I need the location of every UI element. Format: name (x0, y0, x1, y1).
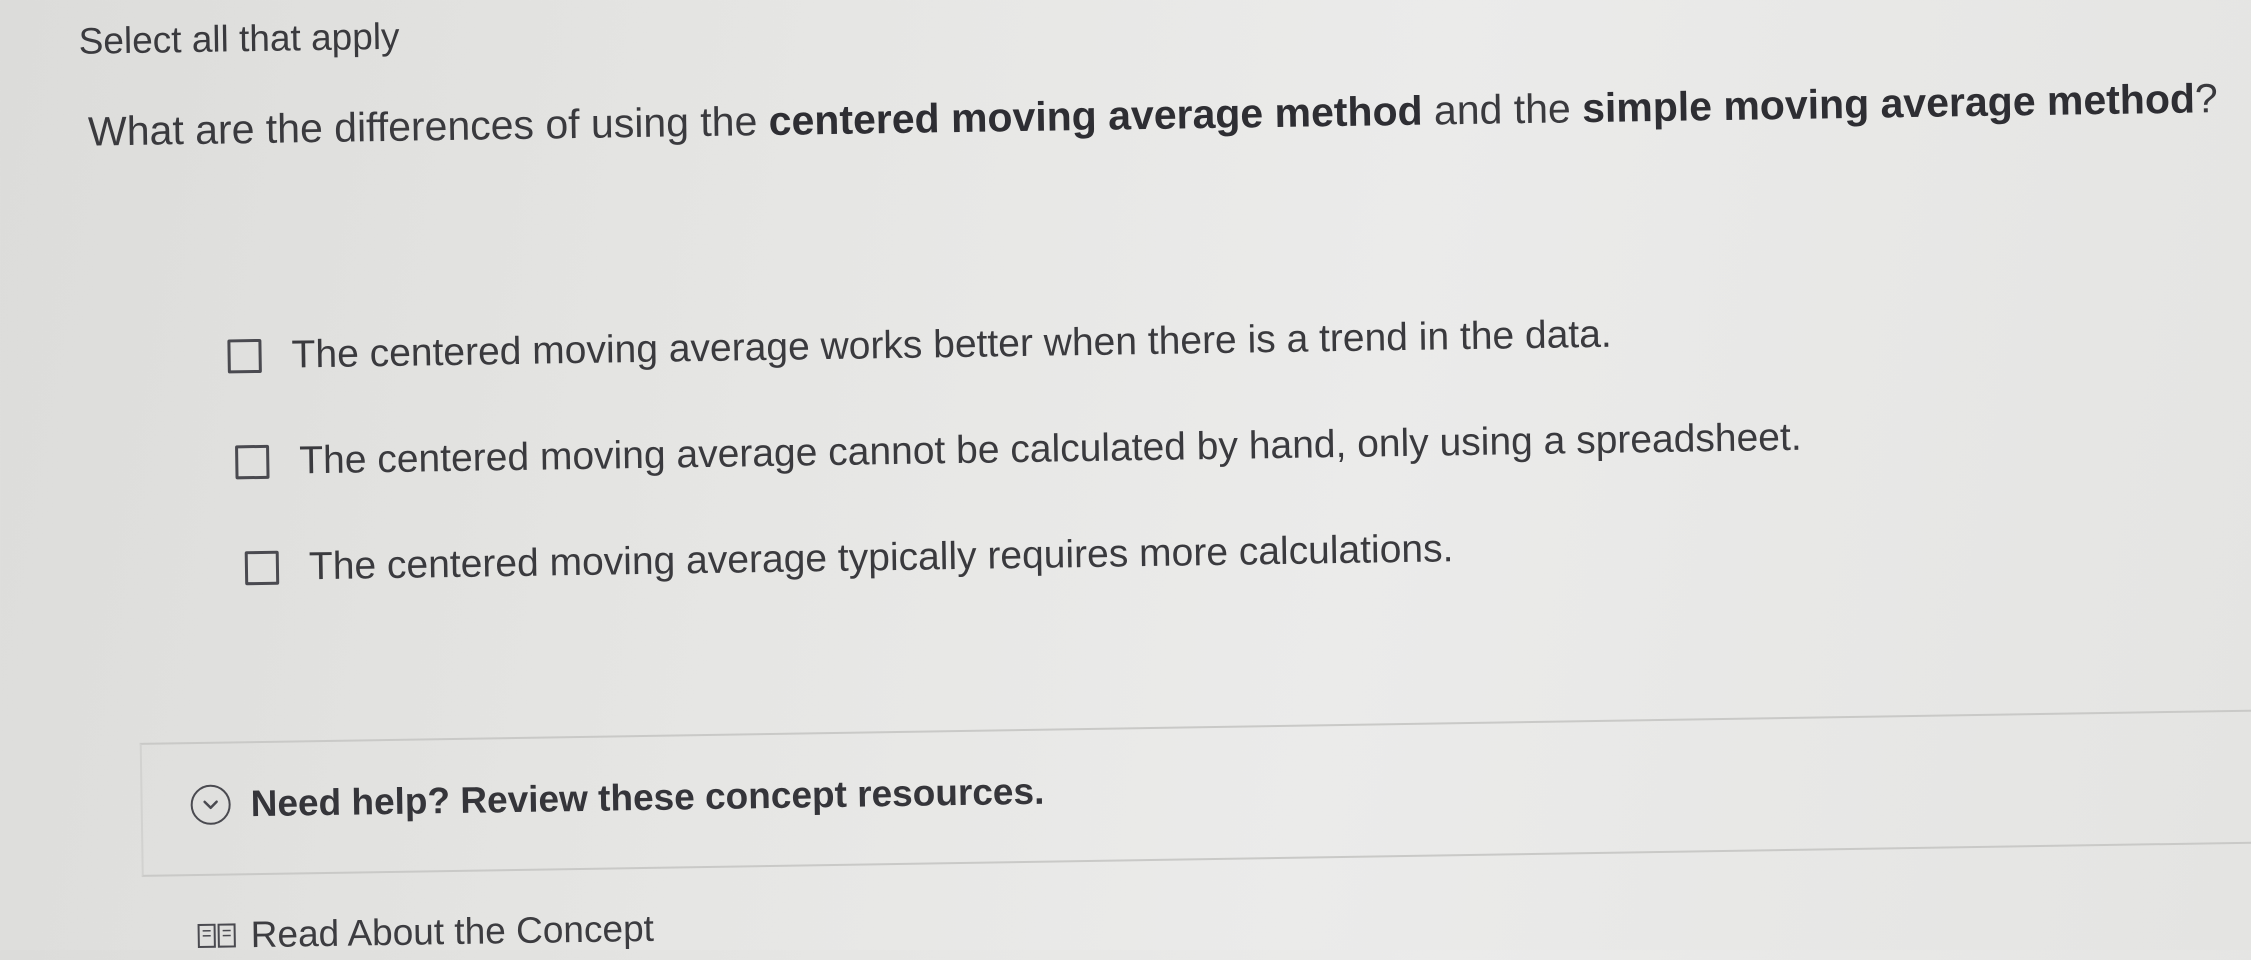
answer-option-label: The centered moving average cannot be ca… (299, 416, 1802, 484)
help-toggle-button[interactable]: Need help? Review these concept resource… (190, 771, 1044, 826)
question-middle: and the (1422, 85, 1582, 134)
answer-option-1[interactable]: The centered moving average works better… (227, 302, 1800, 387)
question-suffix: ? (2195, 75, 2219, 121)
answer-option-2[interactable]: The centered moving average cannot be ca… (235, 408, 1802, 493)
question-term-simple: simple moving average method (1582, 76, 2196, 132)
question-text: What are the differences of using the ce… (88, 75, 2218, 155)
checkbox[interactable] (227, 339, 262, 374)
checkbox[interactable] (245, 551, 280, 586)
read-about-concept-label: Read About the Concept (250, 908, 654, 956)
question-prefix: What are the differences of using the (88, 98, 769, 155)
question-page: Select all that apply What are the diffe… (0, 0, 2251, 950)
book-icon (197, 921, 237, 950)
answer-option-label: The centered moving average typically re… (309, 527, 1454, 589)
checkbox[interactable] (235, 445, 270, 480)
question-term-centered: centered moving average method (768, 88, 1423, 144)
answer-options: The centered moving average works better… (227, 302, 1804, 645)
answer-option-3[interactable]: The centered moving average typically re… (244, 514, 1803, 598)
instruction-text: Select all that apply (78, 16, 399, 63)
chevron-down-circle-icon (190, 784, 231, 825)
help-toggle-label: Need help? Review these concept resource… (250, 771, 1044, 825)
help-panel: Need help? Review these concept resource… (140, 709, 2251, 877)
answer-option-label: The centered moving average works better… (291, 313, 1612, 378)
